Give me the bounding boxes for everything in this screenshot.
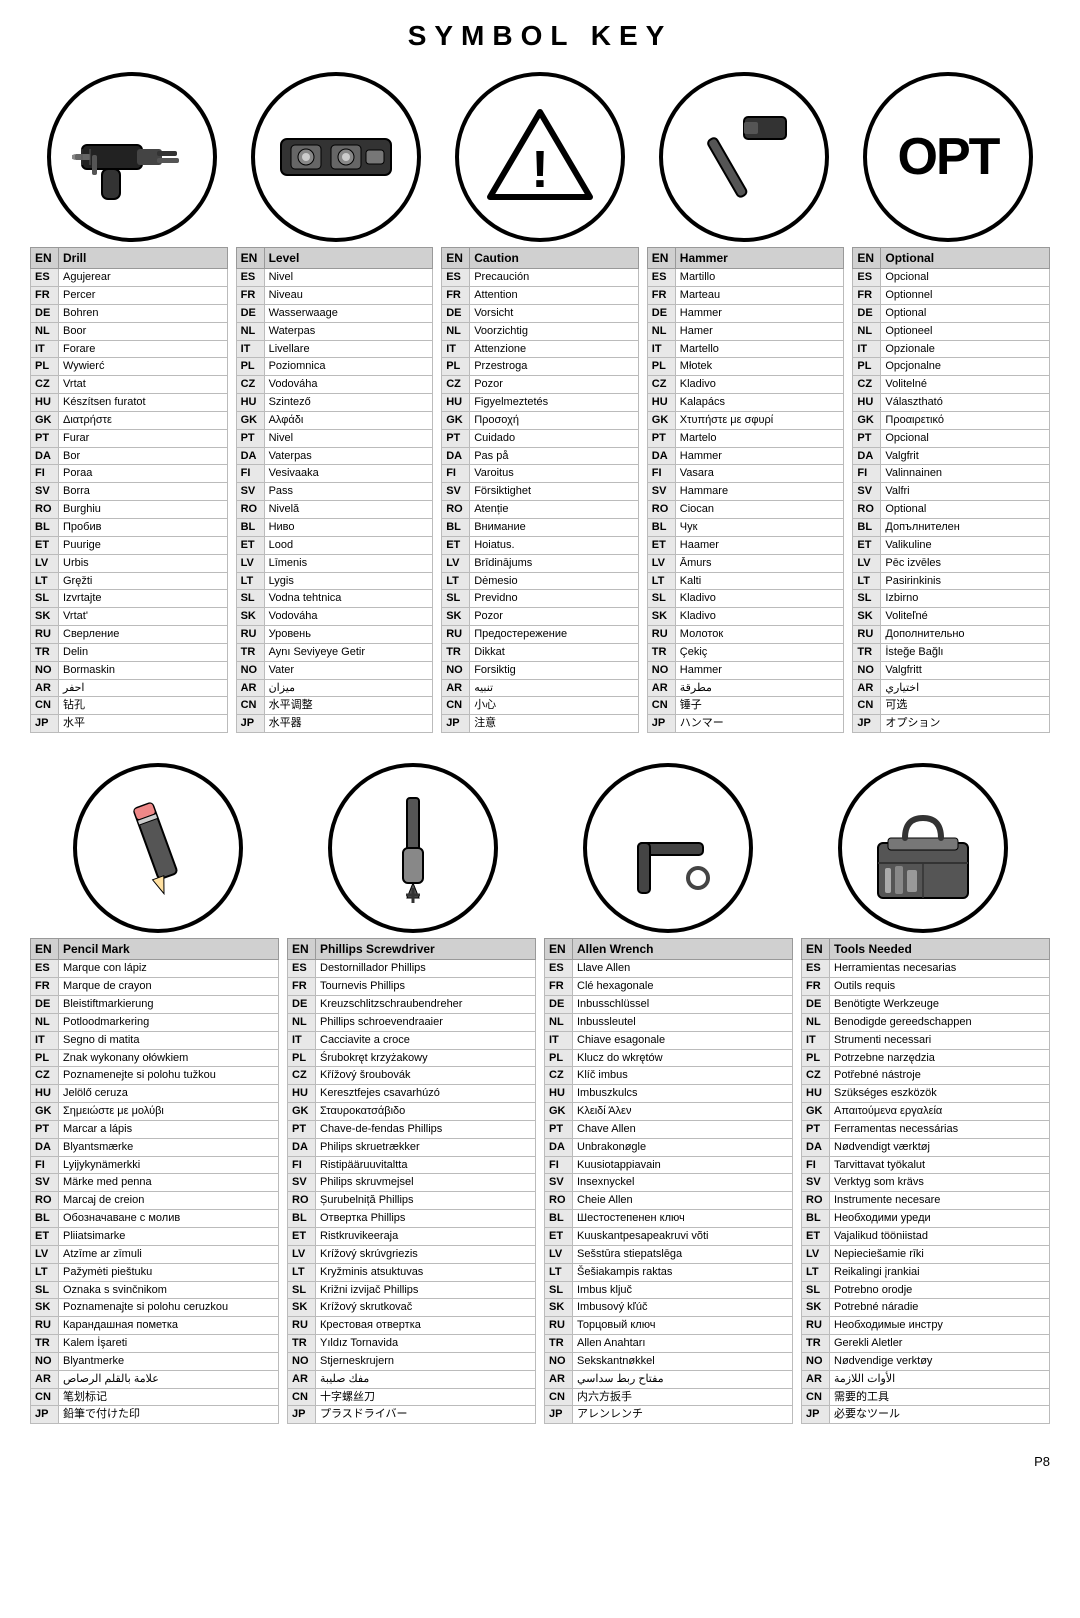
page-title: SYMBOL KEY: [30, 20, 1050, 52]
hammer-table: ENHammer ESMartillo FRMarteau DEHammer N…: [647, 247, 845, 733]
top-tables-row: ENDrill ESAgujerear FRPercer DEBohren NL…: [30, 247, 1050, 733]
page-number: P8: [30, 1454, 1050, 1469]
drill-icon: [47, 72, 217, 242]
tools-needed-icon: [838, 763, 1008, 933]
optional-table: ENOptional ESOpcional FROptionnel DEOpti…: [852, 247, 1050, 733]
phillips-screwdriver-icon: [328, 763, 498, 933]
level-table: ENLevel ESNivel FRNiveau DEWasserwaage N…: [236, 247, 434, 733]
top-icons-row: ! OPT: [30, 72, 1050, 242]
drill-header-label: Drill: [59, 248, 228, 269]
hammer-icon: [659, 72, 829, 242]
caution-icon: !: [455, 72, 625, 242]
opt-label: OPT: [898, 127, 999, 187]
pencil-table: ENPencil Mark ESMarque con lápiz FRMarqu…: [30, 938, 279, 1424]
phillips-table: ENPhillips Screwdriver ESDestornillador …: [287, 938, 536, 1424]
level-icon: [251, 72, 421, 242]
caution-table: ENCaution ESPrecaución FRAttention DEVor…: [441, 247, 639, 733]
bottom-icons-row: [30, 763, 1050, 933]
drill-header-code: EN: [31, 248, 59, 269]
tools-table: ENTools Needed ESHerramientas necesarias…: [801, 938, 1050, 1424]
allen-wrench-icon: [583, 763, 753, 933]
optional-icon: OPT: [863, 72, 1033, 242]
svg-text:!: !: [531, 141, 548, 199]
bottom-tables-row: ENPencil Mark ESMarque con lápiz FRMarqu…: [30, 938, 1050, 1424]
drill-table: ENDrill ESAgujerear FRPercer DEBohren NL…: [30, 247, 228, 733]
pencil-mark-icon: [73, 763, 243, 933]
allen-table: ENAllen Wrench ESLlave Allen FRClé hexag…: [544, 938, 793, 1424]
